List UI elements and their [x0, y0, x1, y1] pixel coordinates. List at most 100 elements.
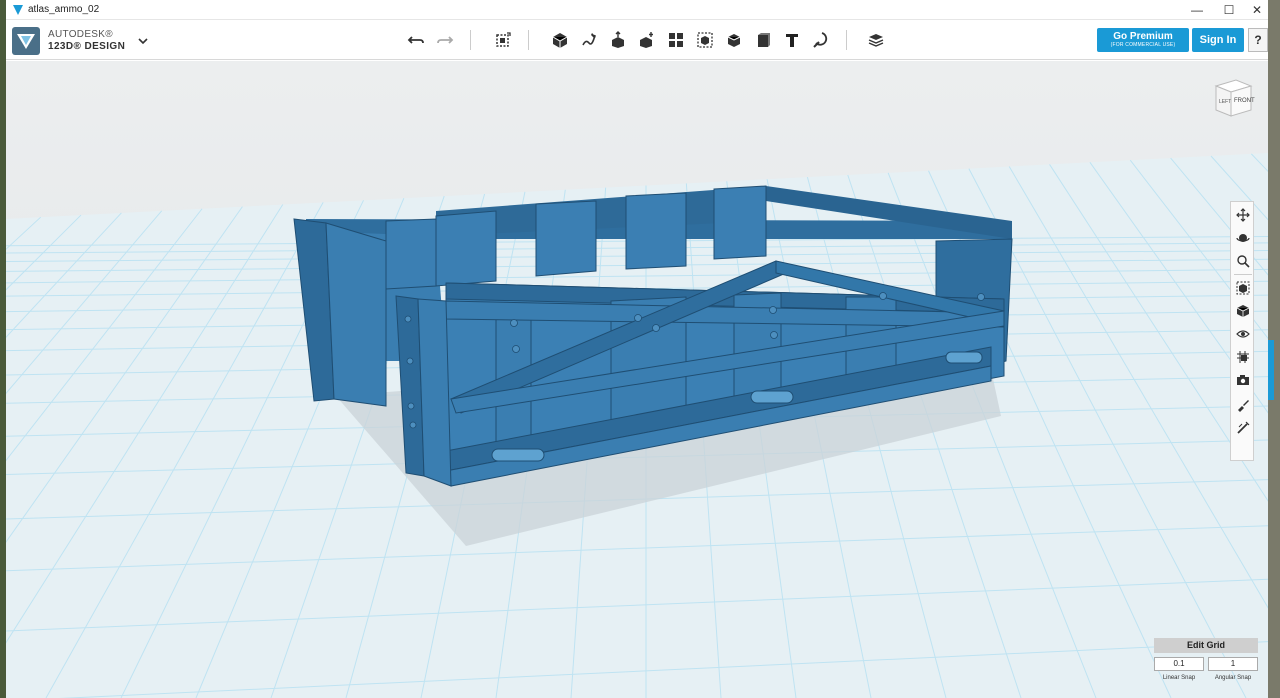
nav-separator: [1234, 274, 1252, 275]
modify-button[interactable]: [635, 28, 659, 52]
pattern-button[interactable]: [664, 28, 688, 52]
grid-toggle-button[interactable]: [1233, 347, 1253, 367]
linear-snap-input[interactable]: 0.1: [1154, 657, 1204, 671]
bolt: [510, 319, 518, 327]
corner-post-front: [417, 298, 452, 487]
go-premium-button[interactable]: Go Premium (FOR COMMERCIAL USE): [1097, 28, 1189, 52]
view-cube-left-label: LEFT: [1219, 99, 1231, 105]
modify-icon: [640, 32, 653, 48]
angular-snap-input[interactable]: 1: [1208, 657, 1258, 671]
hinge: [750, 390, 794, 404]
scene-canvas[interactable]: [6, 61, 1268, 698]
bolt: [634, 314, 642, 322]
visibility-button[interactable]: [1233, 324, 1253, 344]
bolt: [512, 345, 520, 353]
back-slat: [535, 200, 597, 277]
group-icon: [697, 32, 713, 48]
title-bar: atlas_ammo_02 — ☐ ✕: [6, 0, 1268, 20]
sign-in-button[interactable]: Sign In: [1192, 28, 1244, 52]
undo-button[interactable]: [404, 28, 428, 52]
fit-view-icon: [1236, 281, 1250, 295]
toolbar-separator: [528, 30, 529, 50]
grid-icon: [1237, 351, 1249, 363]
redo-icon: [437, 36, 454, 44]
app-window: atlas_ammo_02 — ☐ ✕ AUTODESK® 123D® DESI…: [6, 0, 1268, 698]
snap-button[interactable]: [809, 28, 833, 52]
wand-icon: [1237, 421, 1250, 434]
view-cube[interactable]: LEFT FRONT: [1206, 76, 1256, 126]
3d-viewport[interactable]: LEFT FRONT Edit Grid 0.1 1 Linear Snap A…: [6, 61, 1268, 698]
bolt: [409, 421, 417, 429]
combine-button[interactable]: [722, 28, 746, 52]
fit-button[interactable]: [1233, 278, 1253, 298]
edit-grid-button[interactable]: Edit Grid: [1154, 638, 1258, 653]
window-title: atlas_ammo_02: [28, 4, 100, 15]
app-logo-icon[interactable]: [12, 27, 40, 55]
pan-button[interactable]: [1233, 205, 1253, 225]
screenshot-button[interactable]: [1233, 370, 1253, 390]
chevron-down-icon[interactable]: [136, 34, 150, 48]
brush-icon: [1238, 400, 1249, 412]
pattern-icon: [669, 33, 683, 47]
snap-icon: [813, 32, 828, 48]
orbit-button[interactable]: [1233, 228, 1253, 248]
extrude-icon: [612, 31, 624, 48]
minimize-button[interactable]: —: [1181, 0, 1213, 20]
go-premium-label: Go Premium: [1113, 31, 1173, 42]
linear-snap-label: Linear Snap: [1162, 675, 1196, 681]
close-button[interactable]: ✕: [1241, 0, 1268, 20]
go-premium-sublabel: (FOR COMMERCIAL USE): [1110, 42, 1176, 48]
text-icon: [786, 34, 798, 47]
transform-button[interactable]: [491, 28, 515, 52]
background-desktop-right: [1268, 0, 1280, 698]
combine-icon: [727, 34, 741, 47]
camera-icon: [1237, 375, 1249, 385]
side-panel-handle[interactable]: [1268, 340, 1274, 400]
primitives-button[interactable]: [548, 28, 572, 52]
pencil-icon: [582, 33, 596, 46]
bolt: [879, 292, 887, 300]
grid-settings: Edit Grid 0.1 1 Linear Snap Angular Snap: [1154, 638, 1260, 696]
sketch-button[interactable]: [577, 28, 601, 52]
app-logo-icon: [13, 5, 23, 15]
view-cube-front-label: FRONT: [1234, 98, 1255, 104]
toolbar-separator: [846, 30, 847, 50]
bolt: [652, 324, 660, 332]
construct-button[interactable]: [606, 28, 630, 52]
back-slat: [385, 218, 437, 290]
transform-icon: [496, 32, 511, 47]
brand-autodesk: AUTODESK®: [48, 29, 113, 40]
measure-icon: [758, 33, 770, 47]
material-view-button[interactable]: [1233, 395, 1253, 415]
cube-icon: [1236, 305, 1250, 317]
magnifier-icon: [1237, 255, 1250, 268]
bolt: [404, 315, 412, 323]
undo-icon: [407, 36, 424, 44]
navigation-bar: [1230, 201, 1254, 461]
hinge: [945, 351, 983, 364]
text-button[interactable]: [780, 28, 804, 52]
material-button[interactable]: [864, 28, 888, 52]
sketch-view-button[interactable]: [1233, 418, 1253, 438]
orbit-icon: [1236, 234, 1250, 242]
left-end-panel: [325, 222, 387, 407]
back-slat: [713, 185, 767, 260]
view-mode-button[interactable]: [1233, 301, 1253, 321]
main-toolbar: AUTODESK® 123D® DESIGN Go Premium (FOR C…: [6, 20, 1268, 60]
toolbar-separator: [470, 30, 471, 50]
bolt: [770, 331, 778, 339]
angular-snap-label: Angular Snap: [1214, 675, 1252, 681]
pan-icon: [1236, 208, 1250, 222]
back-slat: [435, 210, 497, 287]
zoom-button[interactable]: [1233, 251, 1253, 271]
brand-product: 123D® DESIGN: [48, 41, 126, 52]
help-button[interactable]: ?: [1248, 28, 1268, 52]
bolt: [407, 402, 415, 410]
back-slat: [625, 192, 687, 270]
eye-icon: [1236, 330, 1250, 338]
cube-icon: [552, 33, 568, 48]
bolt: [977, 293, 985, 301]
group-button[interactable]: [693, 28, 717, 52]
measure-button[interactable]: [751, 28, 775, 52]
redo-button[interactable]: [433, 28, 457, 52]
